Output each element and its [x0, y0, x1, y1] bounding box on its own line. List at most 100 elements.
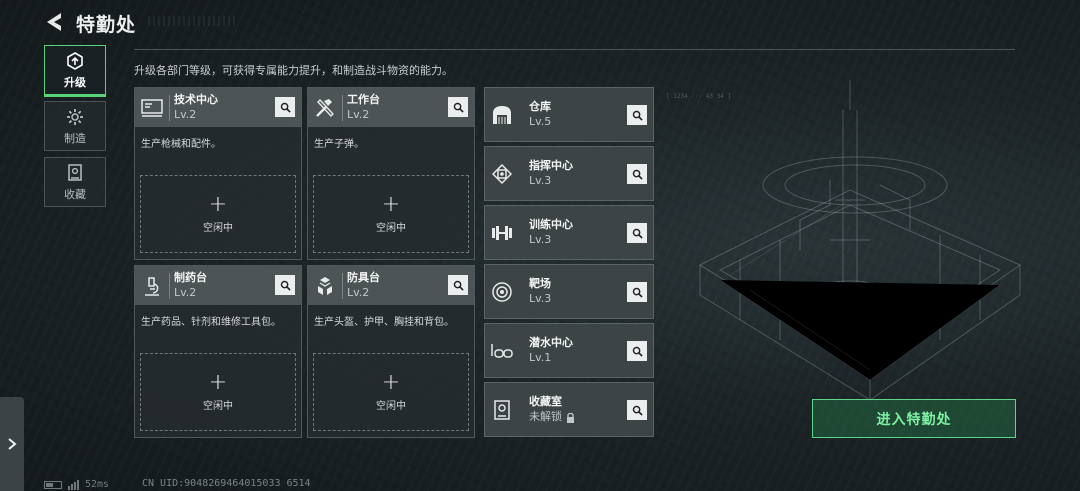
list-item-command-center[interactable]: 指挥中心 Lv.3 [484, 146, 654, 201]
search-icon [632, 405, 643, 416]
search-button[interactable] [275, 97, 295, 117]
card-name: 技术中心 [174, 93, 218, 106]
chevron-right-icon [8, 438, 17, 450]
facility-card-workbench[interactable]: 工作台 Lv.2 生产子弹。 + 空闲中 [307, 87, 475, 260]
search-button[interactable] [627, 341, 647, 361]
card-name: 工作台 [347, 93, 380, 106]
slot-status: 空闲中 [376, 223, 406, 234]
card-header: 制药台 Lv.2 [135, 266, 301, 305]
list-item-level: Lv.3 [529, 291, 551, 307]
slot-status: 空闲中 [203, 401, 233, 412]
level-text: 未解锁 [529, 410, 562, 423]
lock-icon [567, 412, 574, 423]
plus-icon: + [208, 370, 228, 395]
command-chip-icon [485, 146, 519, 201]
level-text: Lv.3 [529, 292, 552, 305]
workbench-tools-icon [308, 88, 342, 127]
search-icon [453, 280, 464, 291]
trophy-room-icon [485, 382, 519, 437]
tab-manufacture[interactable]: 制造 [44, 101, 106, 151]
search-button[interactable] [448, 97, 468, 117]
search-button[interactable] [627, 164, 647, 184]
search-icon [632, 346, 643, 357]
upgrade-icon [67, 51, 83, 70]
list-item-training-center[interactable]: 训练中心 Lv.3 [484, 205, 654, 260]
header-decoration [148, 16, 238, 26]
list-item-level: Lv.3 [529, 173, 573, 189]
back-arrow-icon [47, 13, 61, 31]
facility-card-tech-center[interactable]: 技术中心 Lv.2 生产枪械和配件。 + 空闲中 [134, 87, 302, 260]
card-header: 防具台 Lv.2 [308, 266, 474, 305]
card-header: 技术中心 Lv.2 [135, 88, 301, 127]
search-button[interactable] [448, 275, 468, 295]
slot-status: 空闲中 [376, 401, 406, 412]
card-header: 工作台 Lv.2 [308, 88, 474, 127]
page-description: 升级各部门等级，可获得专属能力提升，和制造战斗物资的能力。 [134, 64, 453, 77]
page-title: 特勤处 [76, 14, 137, 36]
armor-cubes-icon [308, 266, 342, 305]
search-button[interactable] [627, 400, 647, 420]
production-slot[interactable]: + 空闲中 [313, 175, 469, 253]
list-item-level: Lv.5 [529, 114, 551, 130]
level-text: Lv.3 [529, 174, 552, 187]
tab-manufacture-label: 制造 [64, 131, 86, 145]
enter-special-ops-button[interactable]: 进入特勤处 [812, 399, 1016, 438]
search-icon [280, 280, 291, 291]
target-icon [485, 264, 519, 319]
production-slot[interactable]: + 空闲中 [313, 353, 469, 431]
slot-status: 空闲中 [203, 223, 233, 234]
plus-icon: + [208, 192, 228, 217]
production-slot[interactable]: + 空闲中 [140, 175, 296, 253]
search-button[interactable] [627, 282, 647, 302]
list-item-diving-center[interactable]: 潜水中心 Lv.1 [484, 323, 654, 378]
header-divider [134, 49, 1015, 50]
status-footer: 52ms [44, 479, 109, 490]
search-icon [632, 228, 643, 239]
search-button[interactable] [275, 275, 295, 295]
card-name: 防具台 [347, 271, 380, 284]
tab-collection[interactable]: 收藏 [44, 157, 106, 207]
battery-icon [44, 480, 62, 489]
plus-icon: + [381, 370, 401, 395]
facility-card-pharmacy[interactable]: 制药台 Lv.2 生产药品、针剂和维修工具包。 + 空闲中 [134, 265, 302, 438]
dumbbell-icon [485, 205, 519, 260]
plus-icon: + [381, 192, 401, 217]
list-item-name: 指挥中心 [529, 159, 573, 172]
list-item-warehouse[interactable]: 仓库 Lv.5 [484, 87, 654, 142]
search-button[interactable] [627, 105, 647, 125]
list-item-level: 未解锁 [529, 409, 575, 425]
card-divider [169, 272, 170, 299]
card-level: Lv.2 [174, 108, 197, 121]
card-level: Lv.2 [347, 108, 370, 121]
list-item-name: 仓库 [529, 100, 551, 113]
signal-icon [68, 479, 79, 490]
card-divider [169, 94, 170, 121]
side-panel-toggle[interactable] [0, 397, 24, 491]
card-description: 生产子弹。 [314, 139, 364, 150]
list-item-name: 收藏室 [529, 395, 562, 408]
back-button[interactable] [42, 10, 66, 34]
list-item-level: Lv.1 [529, 350, 573, 366]
list-item-name: 潜水中心 [529, 336, 573, 349]
production-slot[interactable]: + 空闲中 [140, 353, 296, 431]
card-divider [342, 272, 343, 299]
tab-collection-label: 收藏 [64, 187, 86, 201]
facility-card-armor[interactable]: 防具台 Lv.2 生产头盔、护甲、胸挂和背包。 + 空闲中 [307, 265, 475, 438]
diving-goggles-icon [485, 323, 519, 378]
list-item-name: 训练中心 [529, 218, 573, 231]
list-item-shooting-range[interactable]: 靶场 Lv.3 [484, 264, 654, 319]
tab-upgrade-label: 升级 [64, 75, 86, 89]
card-level: Lv.2 [347, 286, 370, 299]
card-description: 生产头盔、护甲、胸挂和背包。 [314, 317, 454, 328]
search-icon [280, 102, 291, 113]
list-item-name: 靶场 [529, 277, 551, 290]
ping-value: 52ms [85, 479, 110, 490]
decorative-code: [ 1234 ··· 43 34 ] [666, 93, 732, 100]
level-text: Lv.3 [529, 233, 552, 246]
manufacture-gear-icon [67, 108, 83, 125]
list-item-collection-room[interactable]: 收藏室 未解锁 [484, 382, 654, 437]
search-button[interactable] [627, 223, 647, 243]
search-icon [632, 287, 643, 298]
card-description: 生产枪械和配件。 [141, 139, 221, 150]
tab-upgrade[interactable]: 升级 [44, 45, 106, 97]
